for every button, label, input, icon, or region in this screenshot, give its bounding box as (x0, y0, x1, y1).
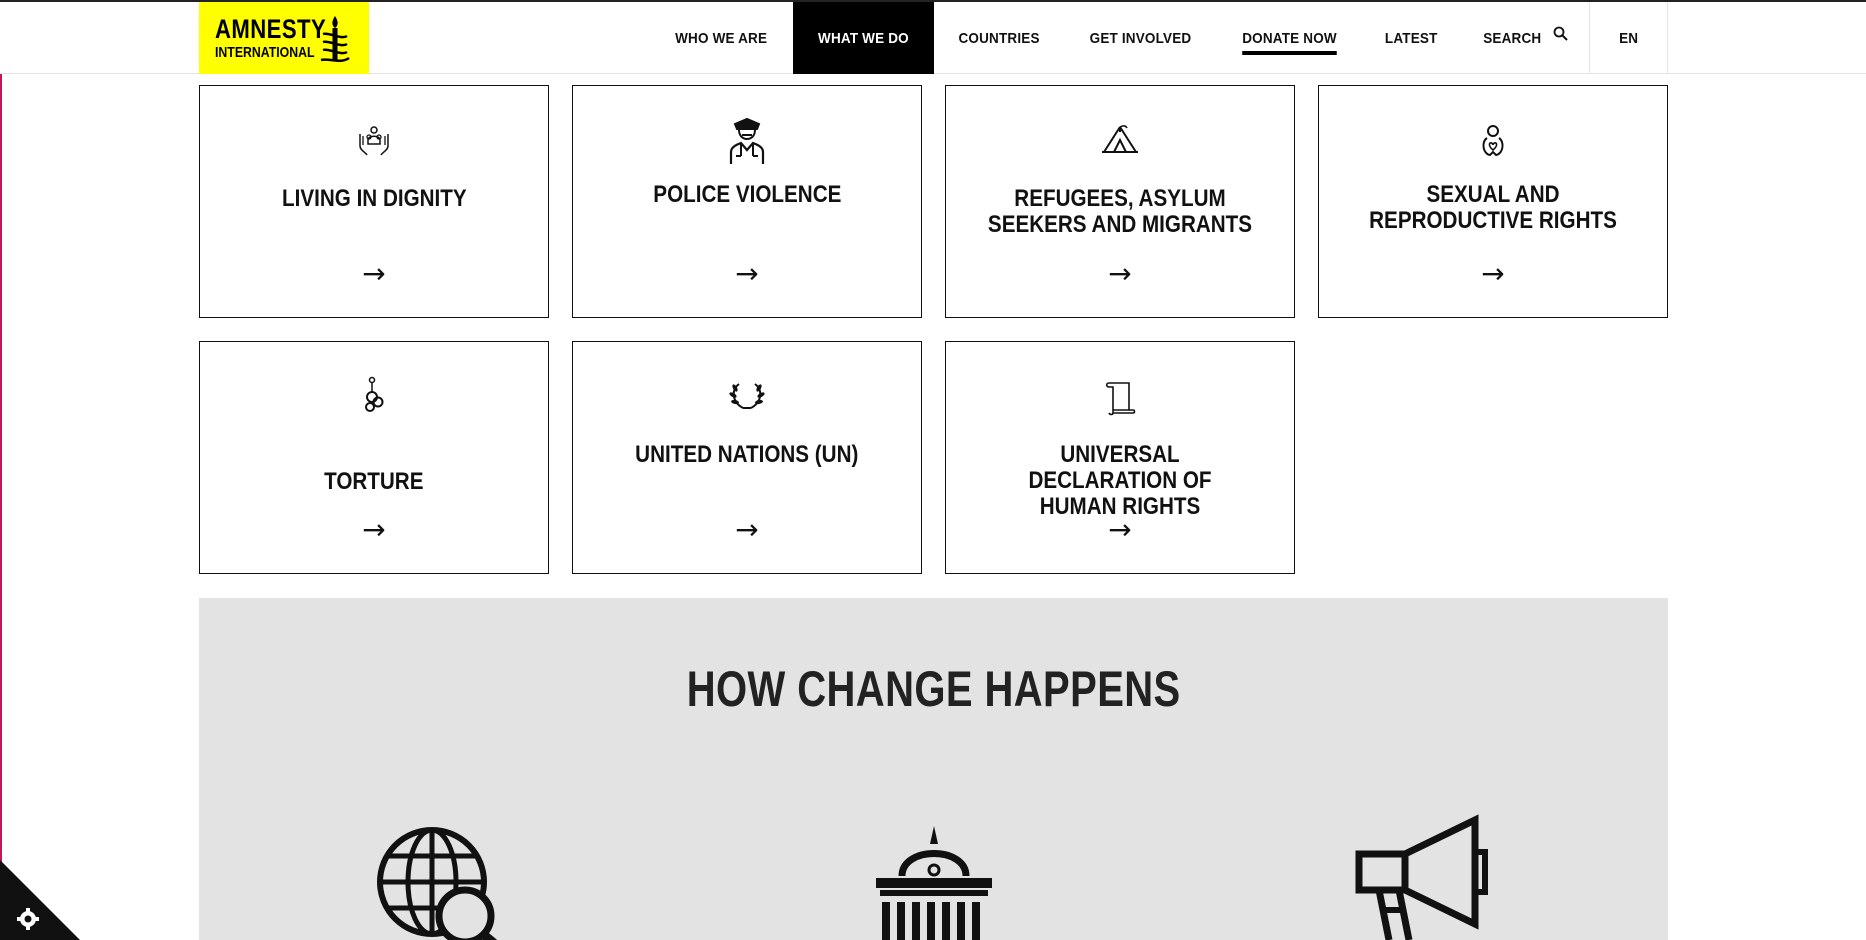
chain-handcuff-icon (365, 376, 384, 412)
topic-title: POLICE VIOLENCE (652, 181, 842, 208)
scroll-icon (1105, 382, 1136, 416)
arrow-right-icon: → (362, 513, 386, 546)
topic-title: UNITED NATIONS (UN) (635, 441, 859, 468)
arrow-right-icon: → (735, 257, 759, 290)
cookie-settings-button[interactable] (0, 860, 80, 940)
topic-card-police-violence[interactable]: POLICE VIOLENCE → (572, 85, 922, 318)
nav-donate-now[interactable]: DONATE NOW (1217, 2, 1362, 74)
nav-who-we-are[interactable]: WHO WE ARE (650, 2, 792, 74)
topic-card-sexual-reproductive-rights[interactable]: SEXUAL AND REPRODUCTIVE RIGHTS → (1318, 85, 1668, 318)
amnesty-logo[interactable]: AMNESTY INTERNATIONAL (199, 2, 369, 74)
topic-title: UNIVERSAL DECLARATION OF HUMAN RIGHTS (1028, 441, 1212, 520)
arrow-right-icon: → (735, 513, 759, 546)
window-edge (0, 0, 2, 940)
nav-get-involved[interactable]: GET INVOLVED (1064, 2, 1217, 74)
how-change-happens-section: HOW CHANGE HAPPENS (199, 598, 1668, 940)
logo-text: AMNESTY INTERNATIONAL (215, 14, 327, 61)
topic-title: SEXUAL AND REPRODUCTIVE RIGHTS (1369, 181, 1617, 234)
arrow-right-icon: → (1108, 257, 1132, 290)
topic-title: LIVING IN DIGNITY (281, 185, 467, 212)
laurel-wreath-icon (729, 383, 765, 409)
arrow-right-icon: → (362, 257, 386, 290)
arrow-right-icon: → (1108, 513, 1132, 546)
megaphone-icon (1355, 814, 1488, 940)
logo-line2: INTERNATIONAL (215, 44, 315, 61)
topic-card-living-in-dignity[interactable]: LIVING IN DIGNITY → (199, 85, 549, 318)
topic-card-refugees[interactable]: REFUGEES, ASYLUM SEEKERS AND MIGRANTS → (945, 85, 1295, 318)
section-title: HOW CHANGE HAPPENS (686, 661, 1181, 717)
logo-line1: AMNESTY (215, 14, 327, 44)
hands-family-icon (359, 126, 389, 156)
government-building-icon (876, 826, 992, 940)
main-nav: WHO WE ARE WHAT WE DO COUNTRIES GET INVO… (650, 2, 1668, 74)
topic-card-torture[interactable]: TORTURE → (199, 341, 549, 574)
site-header: AMNESTY INTERNATIONAL WHO WE ARE WHAT WE… (0, 2, 1866, 74)
globe-magnifier-icon (377, 827, 498, 940)
nav-what-we-do[interactable]: WHAT WE DO (792, 2, 934, 74)
language-switcher[interactable]: EN (1590, 2, 1668, 74)
candle-barbed-wire-icon (320, 16, 350, 62)
topic-card-udhr[interactable]: UNIVERSAL DECLARATION OF HUMAN RIGHTS → (945, 341, 1295, 574)
topic-title: TORTURE (324, 468, 424, 495)
topic-title: REFUGEES, ASYLUM SEEKERS AND MIGRANTS (987, 185, 1253, 238)
nav-search[interactable]: SEARCH (1460, 2, 1589, 74)
search-label: SEARCH (1483, 29, 1542, 47)
police-officer-icon (729, 117, 765, 164)
cookie-corner-badge (0, 860, 80, 940)
topic-card-united-nations[interactable]: UNITED NATIONS (UN) → (572, 341, 922, 574)
arrow-right-icon: → (1481, 257, 1505, 290)
person-heart-icon (1482, 125, 1504, 157)
nav-countries[interactable]: COUNTRIES (934, 2, 1064, 74)
tent-icon (1102, 125, 1138, 153)
nav-latest[interactable]: LATEST (1362, 2, 1460, 74)
search-icon (1553, 26, 1568, 41)
